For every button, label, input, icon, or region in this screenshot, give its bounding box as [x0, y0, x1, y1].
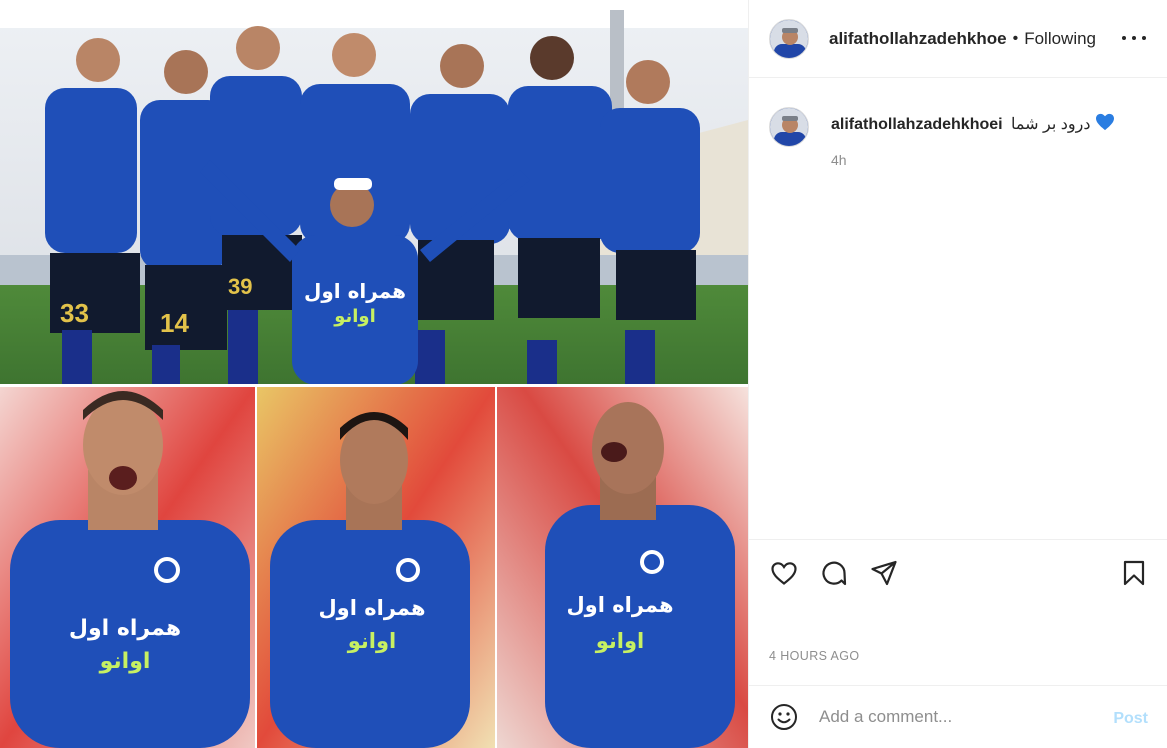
post-timestamp: 4 HOURS AGO	[769, 649, 860, 663]
author-avatar[interactable]	[769, 18, 809, 59]
player-portrait-left: همراه اول اوانو	[0, 385, 256, 748]
sponsor-text-2: اوانو	[333, 306, 376, 327]
caption-text: درود بر شما	[1011, 116, 1091, 133]
jersey-number-39: 39	[228, 274, 252, 299]
photo-collage: 33 14 39 همراه اول اوانو همراه اول اوانو	[0, 0, 748, 748]
jersey-number-14: 14	[160, 308, 189, 338]
sponsor-text-left: همراه اول	[69, 616, 181, 641]
sponsor-text-middle: همراه اول	[318, 596, 425, 620]
save-icon[interactable]	[1119, 558, 1149, 588]
post-header: alifathollahzadehkhoe • Following	[749, 0, 1167, 78]
comments-section: alifathollahzadehkhoei درود بر شما 4h	[749, 79, 1167, 539]
team-photo: 33 14 39 همراه اول اوانو	[0, 0, 748, 385]
caption-comment: alifathollahzadehkhoei درود بر شما 4h	[769, 107, 1115, 168]
sponsor-text-middle-2: اوانو	[347, 629, 397, 653]
author-username[interactable]: alifathollahzadehkhoe	[829, 29, 1007, 49]
jersey-number-33: 33	[60, 298, 89, 328]
following-button[interactable]: Following	[1024, 29, 1096, 49]
caption-age: 4h	[831, 152, 847, 168]
player-portrait-middle: همراه اول اوانو	[256, 385, 496, 748]
sponsor-text: همراه اول	[304, 279, 406, 303]
separator-dot: •	[1012, 29, 1019, 47]
comment-input[interactable]	[819, 707, 1099, 727]
comment-icon[interactable]	[819, 558, 849, 588]
sponsor-text-right-2: اوانو	[595, 629, 645, 653]
post-side-panel: alifathollahzadehkhoe • Following alifat…	[748, 0, 1167, 748]
actions-section: 4 HOURS AGO	[749, 539, 1167, 685]
add-comment-bar: Post	[749, 685, 1167, 748]
post-image[interactable]: 33 14 39 همراه اول اوانو همراه اول اوانو	[0, 0, 748, 748]
like-icon[interactable]	[769, 558, 799, 588]
more-options-icon[interactable]	[1122, 28, 1146, 48]
sponsor-text-right: همراه اول	[566, 593, 673, 617]
caption-avatar[interactable]	[769, 107, 809, 147]
emoji-icon[interactable]	[769, 702, 799, 732]
blue-heart-emoji-icon	[1095, 113, 1115, 138]
action-bar	[769, 558, 1149, 588]
sponsor-text-left-2: اوانو	[99, 649, 151, 674]
caption-username[interactable]: alifathollahzadehkhoei	[831, 116, 1003, 133]
player-portrait-right: همراه اول اوانو	[496, 385, 748, 748]
post-comment-button[interactable]: Post	[1113, 710, 1148, 728]
share-icon[interactable]	[869, 558, 899, 588]
